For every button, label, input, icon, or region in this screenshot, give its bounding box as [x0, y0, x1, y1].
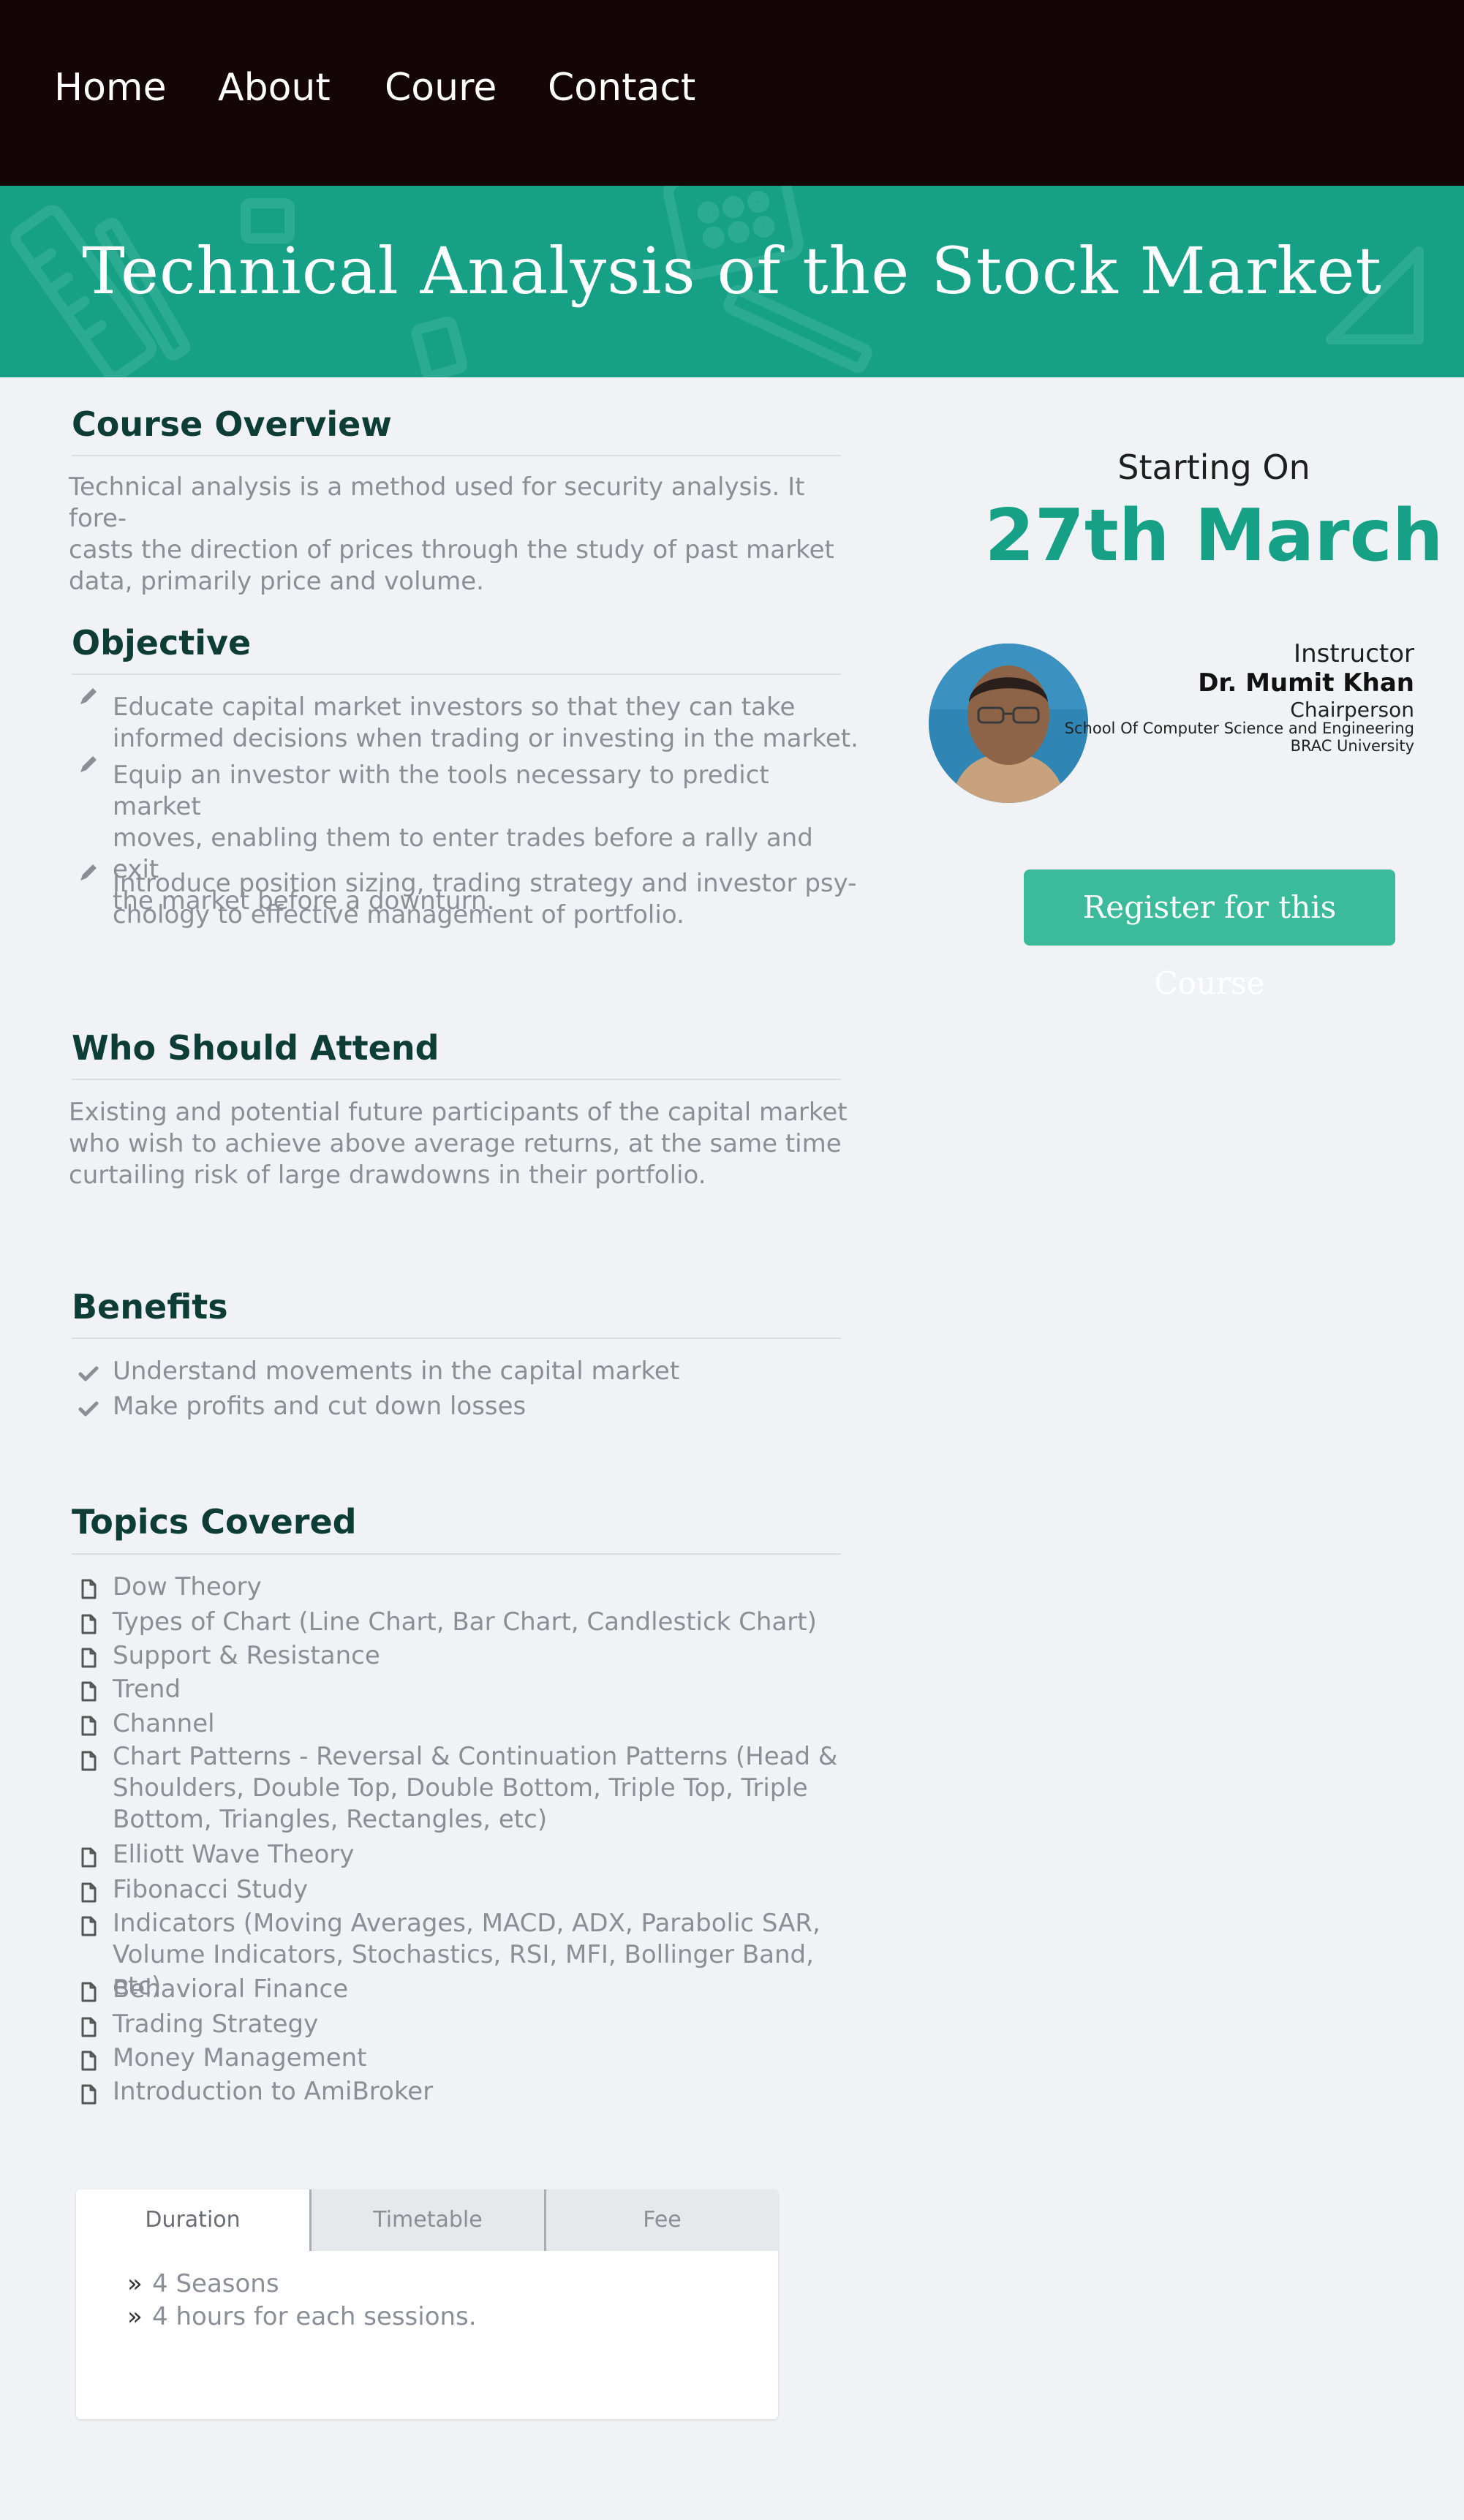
attend-text: Existing and potential future participan…: [69, 1097, 859, 1191]
overview-line: data, primarily price and volume.: [69, 567, 484, 596]
topic-line: Elliott Wave Theory: [113, 1840, 355, 1869]
overview-divider: [72, 455, 841, 456]
overview-heading: Course Overview: [72, 404, 392, 444]
overview-text: Technical analysis is a method used for …: [69, 472, 859, 597]
pencil-icon: [76, 860, 101, 885]
checkmark-icon: [76, 1362, 101, 1387]
topic-item: Support & Resistance: [113, 1640, 859, 1672]
nav-course-link[interactable]: Coure: [385, 66, 497, 110]
attend-line: curtailing risk of large drawdowns in th…: [69, 1161, 706, 1190]
topic-line: Shoulders, Double Top, Double Bottom, Tr…: [113, 1773, 808, 1803]
topic-line: Behavioral Finance: [113, 1974, 349, 2004]
topic-line: Money Management: [113, 2043, 367, 2072]
instructor-name: Dr. Mumit Khan: [1198, 668, 1414, 698]
topic-line: Trend: [113, 1675, 181, 1704]
objective-heading: Objective: [72, 623, 252, 663]
document-icon: [76, 1914, 101, 1939]
nav-about-link[interactable]: About: [218, 66, 331, 110]
topic-item: Chart Patterns - Reversal & Continuation…: [113, 1741, 859, 1836]
overview-line: casts the direction of prices through th…: [69, 535, 834, 565]
objective-item: Introduce position sizing, trading strat…: [113, 868, 859, 931]
objective-line: Equip an investor with the tools necessa…: [113, 761, 769, 821]
topic-line: Dow Theory: [113, 1572, 262, 1602]
objective-line: Educate capital market investors so that…: [113, 693, 796, 722]
instructor-university: BRAC University: [1290, 737, 1414, 755]
topic-line: Types of Chart (Line Chart, Bar Chart, C…: [113, 1607, 817, 1637]
duration-item: 4 Seasons: [152, 2269, 279, 2298]
topic-line: Indicators (Moving Averages, MACD, ADX, …: [113, 1909, 820, 1938]
tab-bar: Duration Timetable Fee: [76, 2189, 778, 2251]
document-icon: [76, 1713, 101, 1738]
course-info-tabs: Duration Timetable Fee » 4 Seasons » 4 h…: [76, 2189, 778, 2419]
objective-line: chology to effective management of portf…: [113, 900, 684, 929]
document-icon: [76, 1845, 101, 1870]
document-icon: [76, 1612, 101, 1637]
hero-banner: Technical Analysis of the Stock Market: [0, 186, 1464, 377]
topic-item: Behavioral Finance: [113, 1974, 859, 2005]
attend-line: Existing and potential future participan…: [69, 1098, 848, 1127]
tab-fee[interactable]: Fee: [546, 2189, 778, 2251]
duration-item: 4 hours for each sessions.: [152, 2302, 477, 2331]
topic-line: Chart Patterns - Reversal & Continuation…: [113, 1742, 838, 1771]
document-icon: [76, 1577, 101, 1602]
objective-line: Introduce position sizing, trading strat…: [113, 869, 857, 898]
topic-item: Trend: [113, 1674, 859, 1705]
topic-item: Money Management: [113, 2042, 859, 2074]
pencil-icon: [76, 684, 101, 709]
topics-divider: [72, 1553, 841, 1555]
benefits-divider: [72, 1338, 841, 1339]
document-icon: [76, 1748, 101, 1773]
tab-duration[interactable]: Duration: [76, 2189, 309, 2251]
register-button[interactable]: Register for this Course: [1024, 869, 1395, 1001]
double-chevron-right-icon: »: [127, 2302, 143, 2331]
topic-item: Introduction to AmiBroker: [113, 2076, 859, 2108]
document-icon: [76, 2048, 101, 2073]
nav-home-link[interactable]: Home: [54, 66, 167, 110]
start-date: 27th March: [984, 494, 1444, 578]
topics-heading: Topics Covered: [72, 1502, 357, 1542]
topic-item: Fibonacci Study: [113, 1874, 859, 1906]
document-icon: [76, 1980, 101, 2004]
double-chevron-right-icon: »: [127, 2269, 143, 2298]
benefit-item: Make profits and cut down losses: [113, 1392, 527, 1421]
pencil-icon: [76, 752, 101, 777]
instructor-label: Instructor: [1294, 639, 1414, 668]
objective-item: Educate capital market investors so that…: [113, 692, 859, 755]
nav-contact-link[interactable]: Contact: [548, 66, 695, 110]
objective-line: informed decisions when trading or inves…: [113, 724, 859, 753]
topic-item: Elliott Wave Theory: [113, 1839, 859, 1871]
objective-divider: [72, 674, 841, 675]
topic-line: Fibonacci Study: [113, 1875, 309, 1904]
top-navbar: Home About Coure Contact: [0, 0, 1464, 186]
topic-item: Channel: [113, 1708, 859, 1740]
topic-line: Introduction to AmiBroker: [113, 2077, 434, 2106]
topic-item: Types of Chart (Line Chart, Bar Chart, C…: [113, 1607, 859, 1638]
instructor-department: School Of Computer Science and Engineeri…: [1064, 720, 1414, 737]
topic-line: Trading Strategy: [113, 2010, 319, 2039]
topic-item: Trading Strategy: [113, 2009, 859, 2040]
overview-line: Technical analysis is a method used for …: [69, 472, 805, 533]
topic-line: Bottom, Triangles, Rectangles, etc): [113, 1805, 548, 1834]
document-icon: [76, 1679, 101, 1704]
topic-line: Support & Resistance: [113, 1641, 380, 1670]
tab-timetable[interactable]: Timetable: [312, 2189, 544, 2251]
benefit-item: Understand movements in the capital mark…: [113, 1357, 680, 1386]
document-icon: [76, 2082, 101, 2107]
attend-line: who wish to achieve above average return…: [69, 1129, 842, 1158]
page-title: Technical Analysis of the Stock Market: [82, 233, 1382, 309]
document-icon: [76, 1880, 101, 1905]
benefits-heading: Benefits: [72, 1287, 228, 1327]
checkmark-icon: [76, 1397, 101, 1422]
start-label: Starting On: [1117, 448, 1310, 487]
attend-heading: Who Should Attend: [72, 1028, 439, 1068]
attend-divider: [72, 1079, 841, 1080]
instructor-role: Chairperson: [1290, 698, 1414, 722]
document-icon: [76, 2015, 101, 2040]
topic-item: Dow Theory: [113, 1572, 859, 1603]
document-icon: [76, 1645, 101, 1670]
topic-line: Channel: [113, 1709, 215, 1738]
